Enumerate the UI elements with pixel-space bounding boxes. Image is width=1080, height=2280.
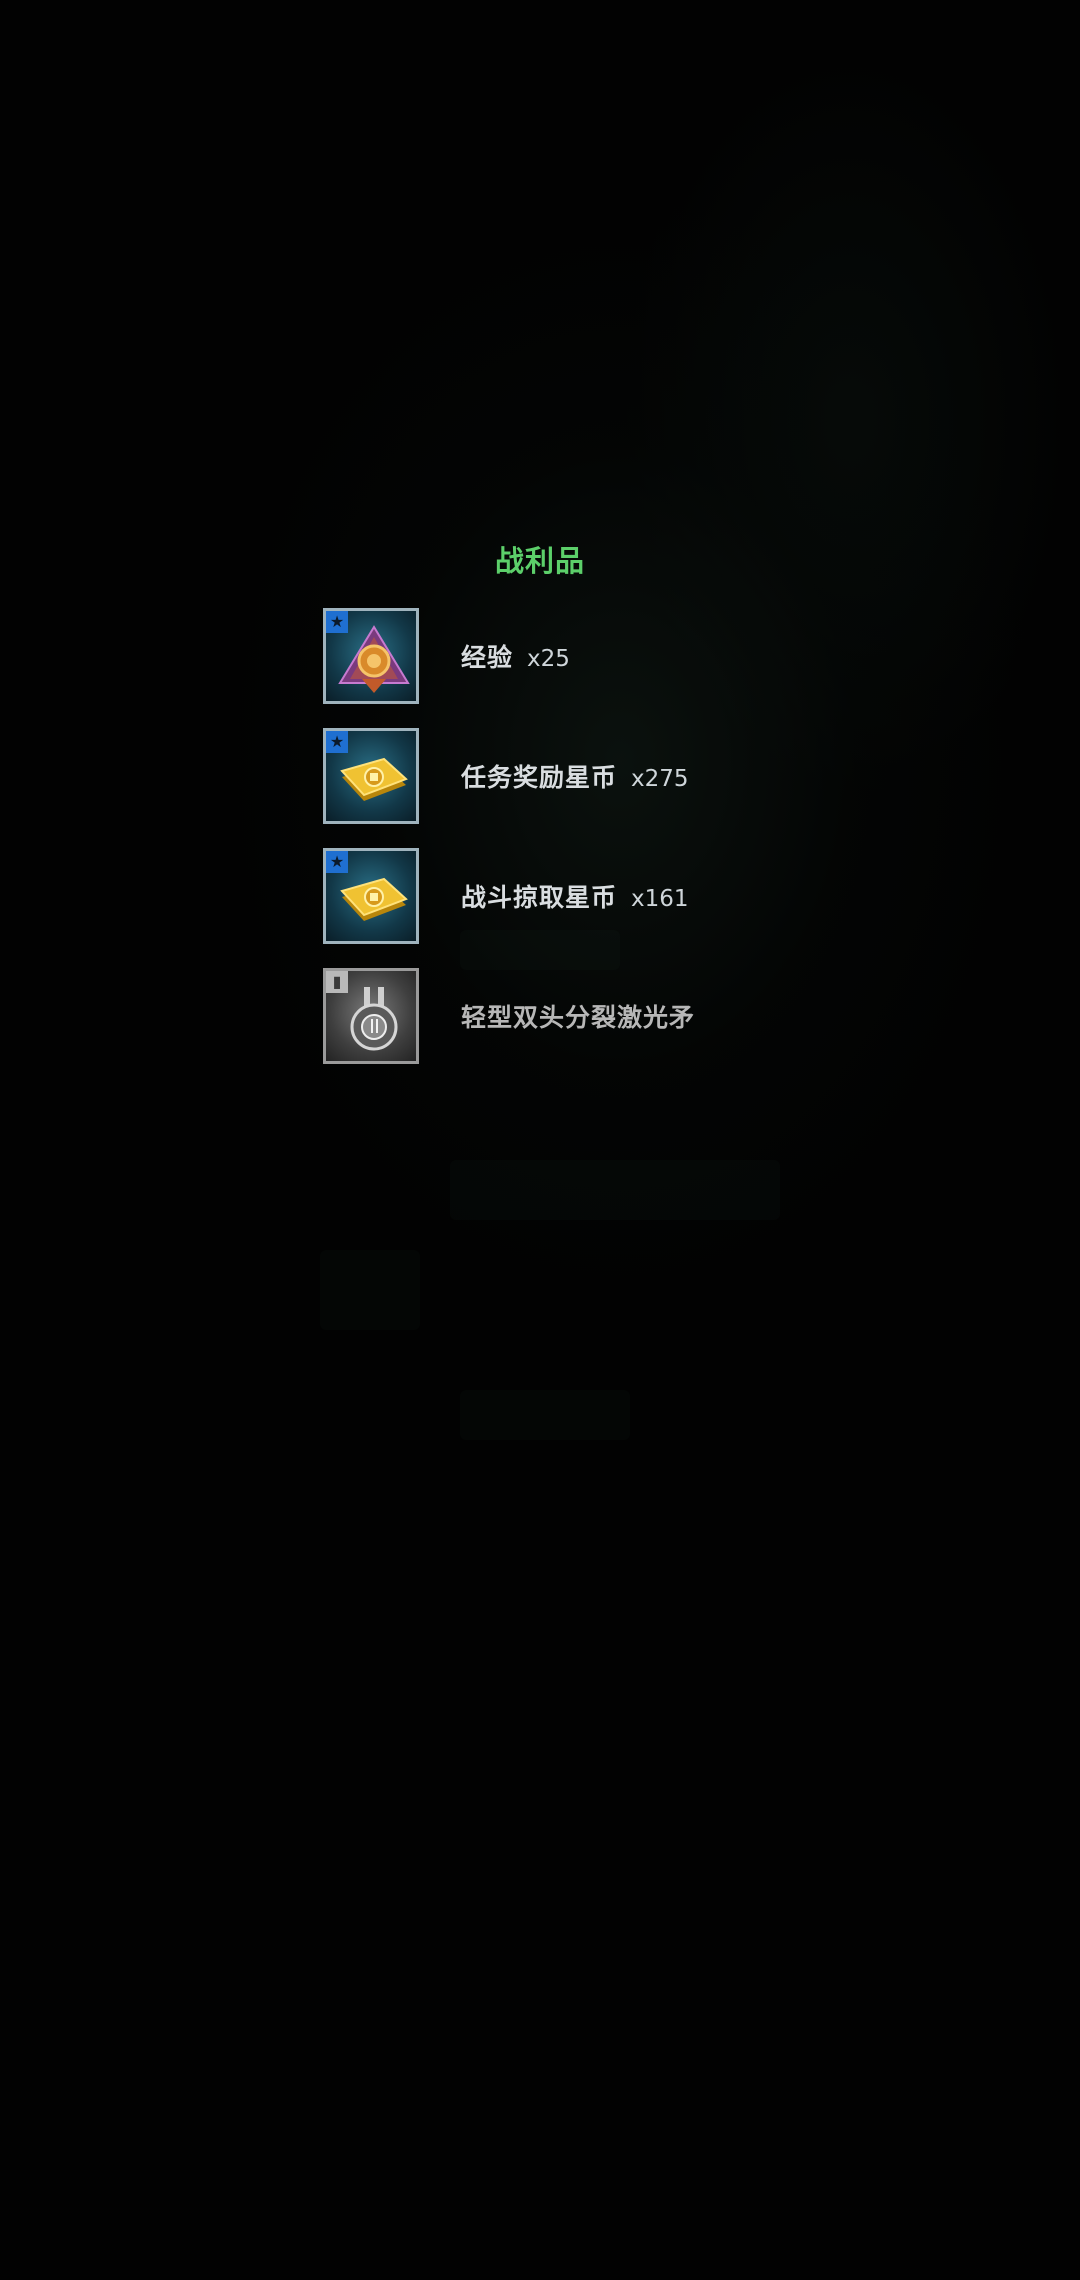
star-coin-icon — [340, 877, 408, 921]
background-shape — [460, 1390, 630, 1440]
loot-item-label: 轻型双头分裂激光矛 — [461, 998, 709, 1038]
laser-spear-module-icon — [350, 987, 398, 1051]
item-name: 经验 — [461, 643, 514, 672]
loot-item-label: 经验 x25 — [461, 638, 570, 678]
loot-list: ★ 经验 x25 ★ 任务奖励星币 x275 ★ 战斗掠取星币 x161 ▮ 轻… — [323, 608, 803, 1088]
loot-title: 战利品 — [494, 544, 585, 578]
experience-medal-icon — [338, 625, 410, 693]
item-slot[interactable]: ▮ — [323, 968, 419, 1064]
loot-item-mission-coins[interactable]: ★ 任务奖励星币 x275 — [323, 728, 803, 826]
item-name: 任务奖励星币 — [461, 763, 618, 792]
loot-item-laser-spear[interactable]: ▮ 轻型双头分裂激光矛 — [323, 968, 803, 1066]
loot-item-label: 战斗掠取星币 x161 — [461, 878, 689, 918]
item-name: 轻型双头分裂激光矛 — [461, 1003, 696, 1032]
item-slot[interactable]: ★ — [323, 608, 419, 704]
loot-item-label: 任务奖励星币 x275 — [461, 758, 689, 798]
item-name: 战斗掠取星币 — [461, 883, 618, 912]
background-shape — [450, 1160, 780, 1220]
loot-screen: 战利品 ★ 经验 x25 ★ 任务奖励星币 x275 ★ 战斗掠取星币 x161… — [0, 0, 1080, 2280]
item-quantity: x161 — [631, 886, 689, 912]
loot-item-battle-coins[interactable]: ★ 战斗掠取星币 x161 — [323, 848, 803, 946]
item-slot[interactable]: ★ — [323, 728, 419, 824]
item-quantity: x275 — [631, 766, 689, 792]
loot-item-experience[interactable]: ★ 经验 x25 — [323, 608, 803, 706]
item-slot[interactable]: ★ — [323, 848, 419, 944]
item-quantity: x25 — [527, 646, 570, 672]
background-shape — [320, 1250, 420, 1330]
star-coin-icon — [340, 757, 408, 801]
